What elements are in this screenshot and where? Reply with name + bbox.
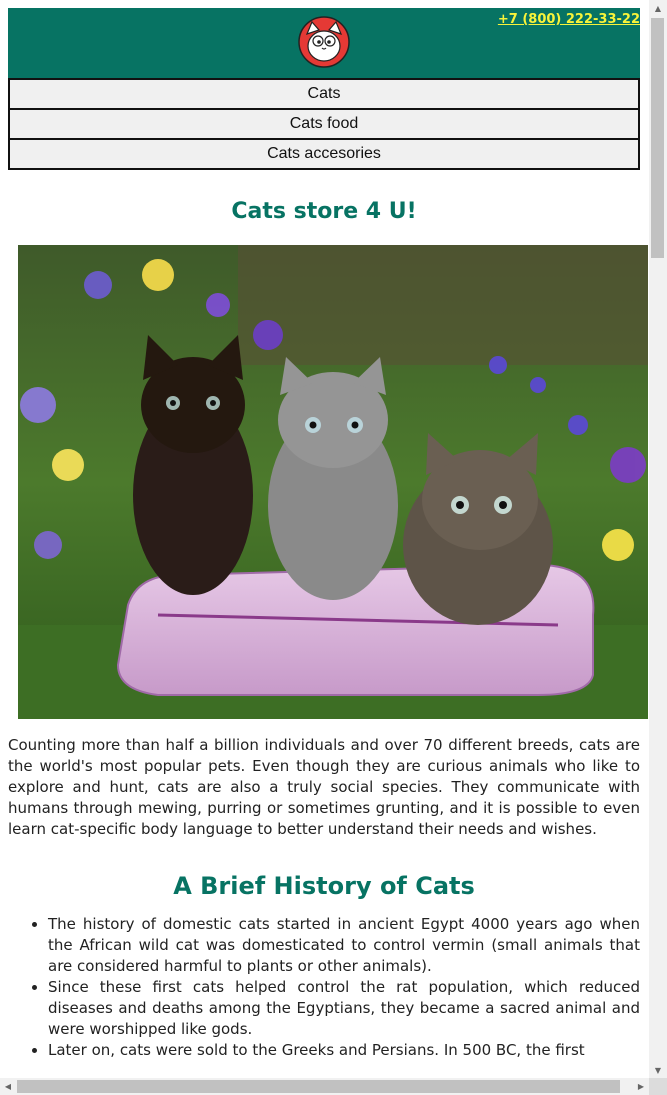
site-header: +7 (800) 222-33-22 bbox=[8, 8, 640, 78]
scroll-right-icon[interactable]: ▶ bbox=[633, 1078, 649, 1095]
scroll-up-icon[interactable]: ▲ bbox=[649, 0, 667, 16]
horizontal-scrollbar[interactable]: ◀ ▶ bbox=[0, 1078, 649, 1095]
list-item: Later on, cats were sold to the Greeks a… bbox=[48, 1040, 640, 1061]
vertical-scrollbar[interactable]: ▲ ▼ bbox=[649, 0, 667, 1078]
history-list: The history of domestic cats started in … bbox=[8, 914, 640, 1061]
kittens-photo-icon bbox=[18, 245, 648, 719]
nav-item-cats[interactable]: Cats bbox=[8, 78, 640, 110]
cat-face-icon[interactable] bbox=[298, 16, 350, 68]
page: +7 (800) 222-33-22 Cats Cats food Cats a… bbox=[8, 8, 648, 1061]
horizontal-scroll-thumb[interactable] bbox=[17, 1080, 620, 1093]
scroll-down-icon[interactable]: ▼ bbox=[649, 1062, 667, 1078]
vertical-scroll-thumb[interactable] bbox=[651, 18, 664, 258]
page-title: Cats store 4 U! bbox=[231, 199, 417, 224]
history-heading: A Brief History of Cats bbox=[173, 872, 475, 900]
scroll-left-icon[interactable]: ◀ bbox=[0, 1078, 16, 1095]
nav-item-cats-accessories[interactable]: Cats accesories bbox=[8, 138, 640, 170]
nav-item-cats-food[interactable]: Cats food bbox=[8, 108, 640, 140]
hero-image bbox=[18, 245, 648, 719]
intro-paragraph: Counting more than half a billion indivi… bbox=[8, 736, 640, 838]
scrollbar-corner bbox=[649, 1078, 667, 1095]
phone-link[interactable]: +7 (800) 222-33-22 bbox=[498, 12, 640, 27]
list-item: Since these first cats helped control th… bbox=[48, 977, 640, 1040]
list-item: The history of domestic cats started in … bbox=[48, 914, 640, 977]
main-nav: Cats Cats food Cats accesories bbox=[8, 78, 640, 170]
